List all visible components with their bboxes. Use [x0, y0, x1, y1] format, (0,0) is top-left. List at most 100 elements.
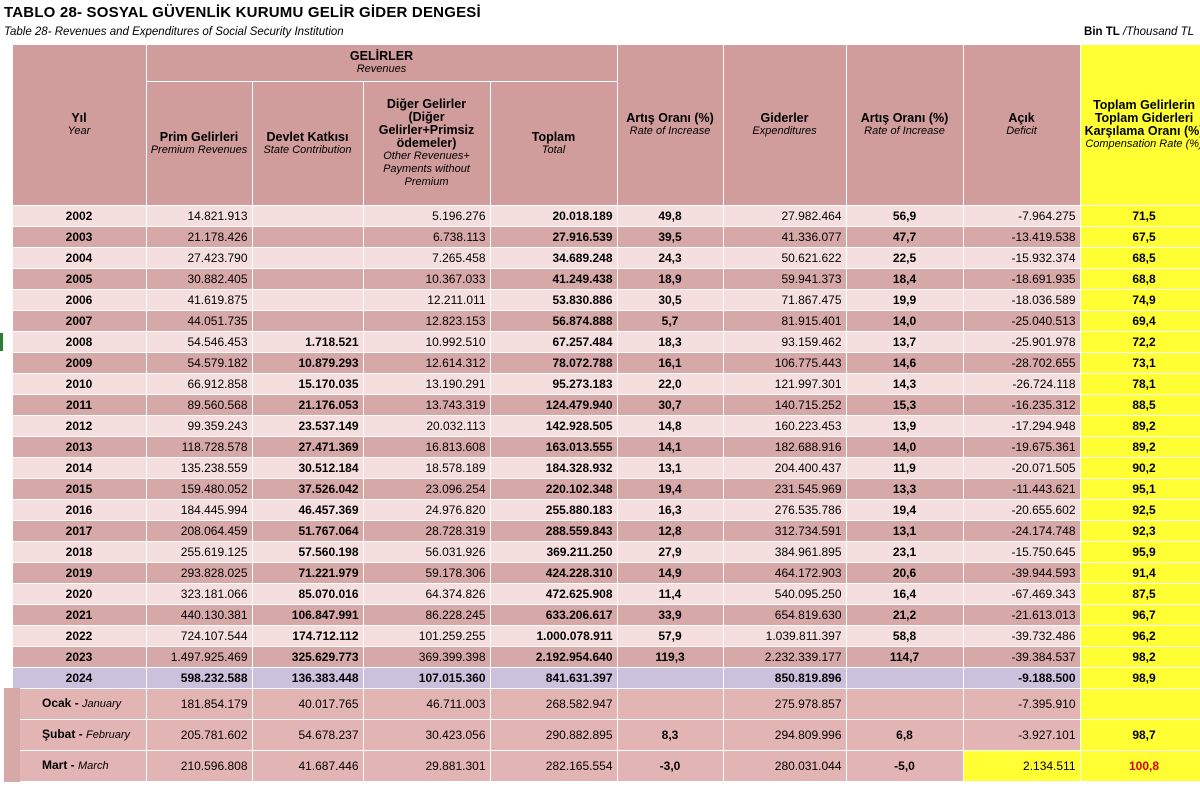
cell-inc2: 13,3 [845, 478, 964, 500]
cell-year: 2013 [11, 436, 147, 458]
cell-other: 12.823.153 [362, 310, 491, 332]
cell-inc1 [616, 667, 724, 689]
cell-premium: 99.359.243 [145, 415, 253, 437]
cell-total: 424.228.310 [489, 562, 618, 584]
cell-premium: 27.423.790 [145, 247, 253, 269]
cell-premium: 208.064.459 [145, 520, 253, 542]
table-row: 2008 54.546.453 1.718.521 10.992.510 67.257.… [11, 331, 1200, 353]
cell-premium: 205.781.602 [145, 719, 253, 751]
cell-total: 163.013.555 [489, 436, 618, 458]
table-title: TABLO 28- SOSYAL GÜVENLİK KURUMU GELİR G… [4, 4, 481, 21]
cell-premium: 54.579.182 [145, 352, 253, 374]
cell-total: 184.328.932 [489, 457, 618, 479]
cell-year: 2018 [11, 541, 147, 563]
cell-year: 2007 [11, 310, 147, 332]
cell-month: Şubat - February [4, 719, 147, 751]
cell-comp: 98,9 [1079, 667, 1200, 689]
cell-state: 37.526.042 [251, 478, 364, 500]
cell-premium: 14.821.913 [145, 205, 253, 227]
cell-deficit: -16.235.312 [962, 394, 1081, 416]
cell-exp: 50.621.622 [722, 247, 847, 269]
cell-inc2: 58,8 [845, 625, 964, 647]
cell-deficit: -15.932.374 [962, 247, 1081, 269]
cell-premium: 54.546.453 [145, 331, 253, 353]
cell-comp: 78,1 [1079, 373, 1200, 395]
cell-total: 268.582.947 [489, 688, 618, 720]
cell-total: 220.102.348 [489, 478, 618, 500]
col-expenditures: Giderler Expenditures [722, 44, 847, 206]
cell-exp: 81.915.401 [722, 310, 847, 332]
cell-premium: 1.497.925.469 [145, 646, 253, 668]
table-row: 2022 724.107.544 174.712.112 101.259.255 1.0… [11, 625, 1200, 647]
cell-premium: 41.619.875 [145, 289, 253, 311]
cell-exp: 464.172.903 [722, 562, 847, 584]
cell-comp: 98,7 [1079, 719, 1200, 751]
cell-total: 633.206.617 [489, 604, 618, 626]
cell-state: 46.457.369 [251, 499, 364, 521]
cell-exp: 231.545.969 [722, 478, 847, 500]
cell-deficit: -3.927.101 [962, 719, 1081, 751]
cell-year: 2024 [11, 667, 147, 689]
col-increase-1: Artış Oranı (%) Rate of Increase [616, 44, 724, 206]
cell-state: 30.512.184 [251, 457, 364, 479]
cell-premium: 440.130.381 [145, 604, 253, 626]
cell-year: 2008 [11, 331, 147, 353]
col-revenues-group: GELİRLER Revenues [145, 43, 618, 83]
cell-total: 27.916.539 [489, 226, 618, 248]
cell-year: 2012 [11, 415, 147, 437]
cell-exp: 850.819.896 [722, 667, 847, 689]
cell-state [251, 226, 364, 248]
table-row: 2023 1.497.925.469 325.629.773 369.399.398 2… [11, 646, 1200, 668]
cell-deficit: -18.036.589 [962, 289, 1081, 311]
cell-inc1: 12,8 [616, 520, 724, 542]
cell-other: 28.728.319 [362, 520, 491, 542]
cell-exp: 280.031.044 [722, 750, 847, 782]
cell-other: 64.374.826 [362, 583, 491, 605]
cell-state [251, 247, 364, 269]
cell-deficit: -25.901.978 [962, 331, 1081, 353]
table-row: 2012 99.359.243 23.537.149 20.032.113 142.92… [11, 415, 1200, 437]
cell-comp: 90,2 [1079, 457, 1200, 479]
cell-exp: 654.819.630 [722, 604, 847, 626]
cell-comp: 95,1 [1079, 478, 1200, 500]
cell-state: 85.070.016 [251, 583, 364, 605]
cell-deficit: -19.675.361 [962, 436, 1081, 458]
cell-exp: 93.159.462 [722, 331, 847, 353]
cell-total: 142.928.505 [489, 415, 618, 437]
cell-inc2: 114,7 [845, 646, 964, 668]
table-row: 2020 323.181.066 85.070.016 64.374.826 472.6… [11, 583, 1200, 605]
cell-inc1: 16,3 [616, 499, 724, 521]
cell-inc1: 22,0 [616, 373, 724, 395]
cell-inc1: 11,4 [616, 583, 724, 605]
cell-other: 13.190.291 [362, 373, 491, 395]
cell-premium: 293.828.025 [145, 562, 253, 584]
cell-state: 54.678.237 [251, 719, 364, 751]
cell-inc2: 16,4 [845, 583, 964, 605]
cell-comp [1079, 688, 1200, 720]
cell-other: 59.178.306 [362, 562, 491, 584]
cell-year: 2020 [11, 583, 147, 605]
month-row: Mart - March 210.596.808 41.687.446 29.881.… [4, 750, 1200, 782]
table-row: 2006 41.619.875 12.211.011 53.830.886 30,5 71… [11, 289, 1200, 311]
cell-deficit: -7.964.275 [962, 205, 1081, 227]
cell-year: 2004 [11, 247, 147, 269]
cell-state: 71.221.979 [251, 562, 364, 584]
cell-deficit: -17.294.948 [962, 415, 1081, 437]
cell-inc2 [845, 688, 964, 720]
cell-other: 20.032.113 [362, 415, 491, 437]
cell-exp: 540.095.250 [722, 583, 847, 605]
cell-exp: 384.961.895 [722, 541, 847, 563]
cell-inc2: 19,9 [845, 289, 964, 311]
cell-deficit: -39.384.537 [962, 646, 1081, 668]
cell-inc2: 20,6 [845, 562, 964, 584]
cell-exp: 2.232.339.177 [722, 646, 847, 668]
cell-inc2: 19,4 [845, 499, 964, 521]
month-row: Şubat - February 205.781.602 54.678.237 30.… [4, 719, 1200, 751]
col-premium: Prim Gelirleri Premium Revenues [145, 81, 253, 206]
table-row: 2018 255.619.125 57.560.198 56.031.926 369.2… [11, 541, 1200, 563]
cell-inc2: 23,1 [845, 541, 964, 563]
cell-exp: 106.775.443 [722, 352, 847, 374]
table-row: 2015 159.480.052 37.526.042 23.096.254 220.1… [11, 478, 1200, 500]
cell-comp: 88,5 [1079, 394, 1200, 416]
cell-deficit: -25.040.513 [962, 310, 1081, 332]
